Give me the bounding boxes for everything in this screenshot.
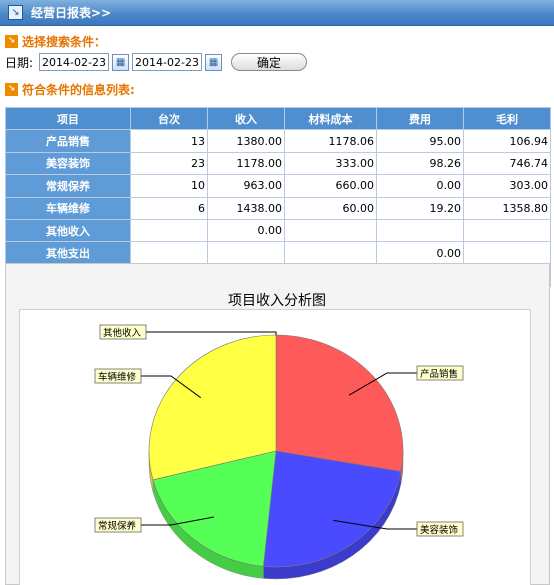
- callout-line: [146, 331, 277, 335]
- pie-chart: 产品销售美容装饰 常规保养 车辆维修 其他收入: [94, 324, 464, 580]
- slice-label: 常规保养: [98, 520, 137, 532]
- slice-label: 其他收入: [103, 327, 142, 339]
- pie-slice: [263, 450, 402, 568]
- slice-label: 产品销售: [420, 368, 458, 380]
- pie-slice: [275, 334, 404, 472]
- slice-label: 车辆维修: [98, 371, 137, 383]
- slice-label: 美容装饰: [420, 524, 458, 536]
